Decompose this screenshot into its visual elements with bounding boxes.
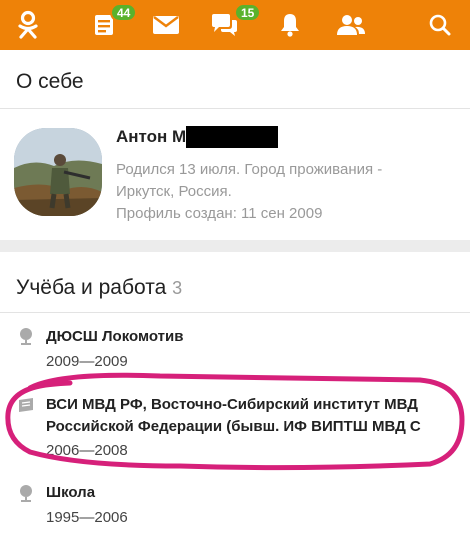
chat-badge: 15 [234, 3, 262, 22]
education-item-name-line-2[interactable]: Российской Федерации (бывш. ИФ ВИПТШ МВД… [46, 416, 421, 438]
birth-city-line-1: Родился 13 июля. Город проживания - [116, 161, 383, 178]
search-icon[interactable] [420, 0, 460, 50]
divider [0, 108, 470, 109]
globe-icon [20, 328, 32, 345]
mail-icon[interactable] [146, 0, 186, 50]
bell-icon[interactable] [270, 0, 310, 50]
avatar[interactable] [14, 128, 102, 216]
education-item-years: 2006—2008 [46, 442, 128, 459]
top-navigation-bar: 44 15 [0, 0, 470, 50]
birth-city-line-2: Иркутск, Россия. [116, 183, 232, 200]
profile-created: Профиль создан: 11 сен 2009 [116, 205, 323, 222]
education-item-years: 1995—2006 [46, 509, 128, 526]
education-item-years: 2009—2009 [46, 353, 128, 370]
friends-icon[interactable] [330, 0, 372, 50]
globe-icon [20, 485, 32, 502]
education-section-title: Учёба и работа 3 [16, 276, 182, 300]
redaction-bar [186, 126, 279, 148]
education-item-name-line-1[interactable]: ВСИ МВД РФ, Восточно-Сибирский институт … [46, 394, 418, 416]
education-title-text: Учёба и работа [16, 276, 167, 299]
profile-name-row: Антон М [116, 126, 279, 148]
divider [0, 312, 470, 313]
section-gap [0, 240, 470, 252]
education-item-name[interactable]: ДЮСШ Локомотив [46, 326, 183, 348]
feed-badge: 44 [110, 3, 138, 22]
ok-logo-icon[interactable] [8, 0, 48, 50]
profile-name[interactable]: Антон М [116, 127, 186, 147]
diploma-icon [19, 398, 33, 412]
education-item-name[interactable]: Школа [46, 482, 95, 504]
education-count: 3 [172, 278, 183, 298]
about-section-title: О себе [16, 70, 84, 93]
